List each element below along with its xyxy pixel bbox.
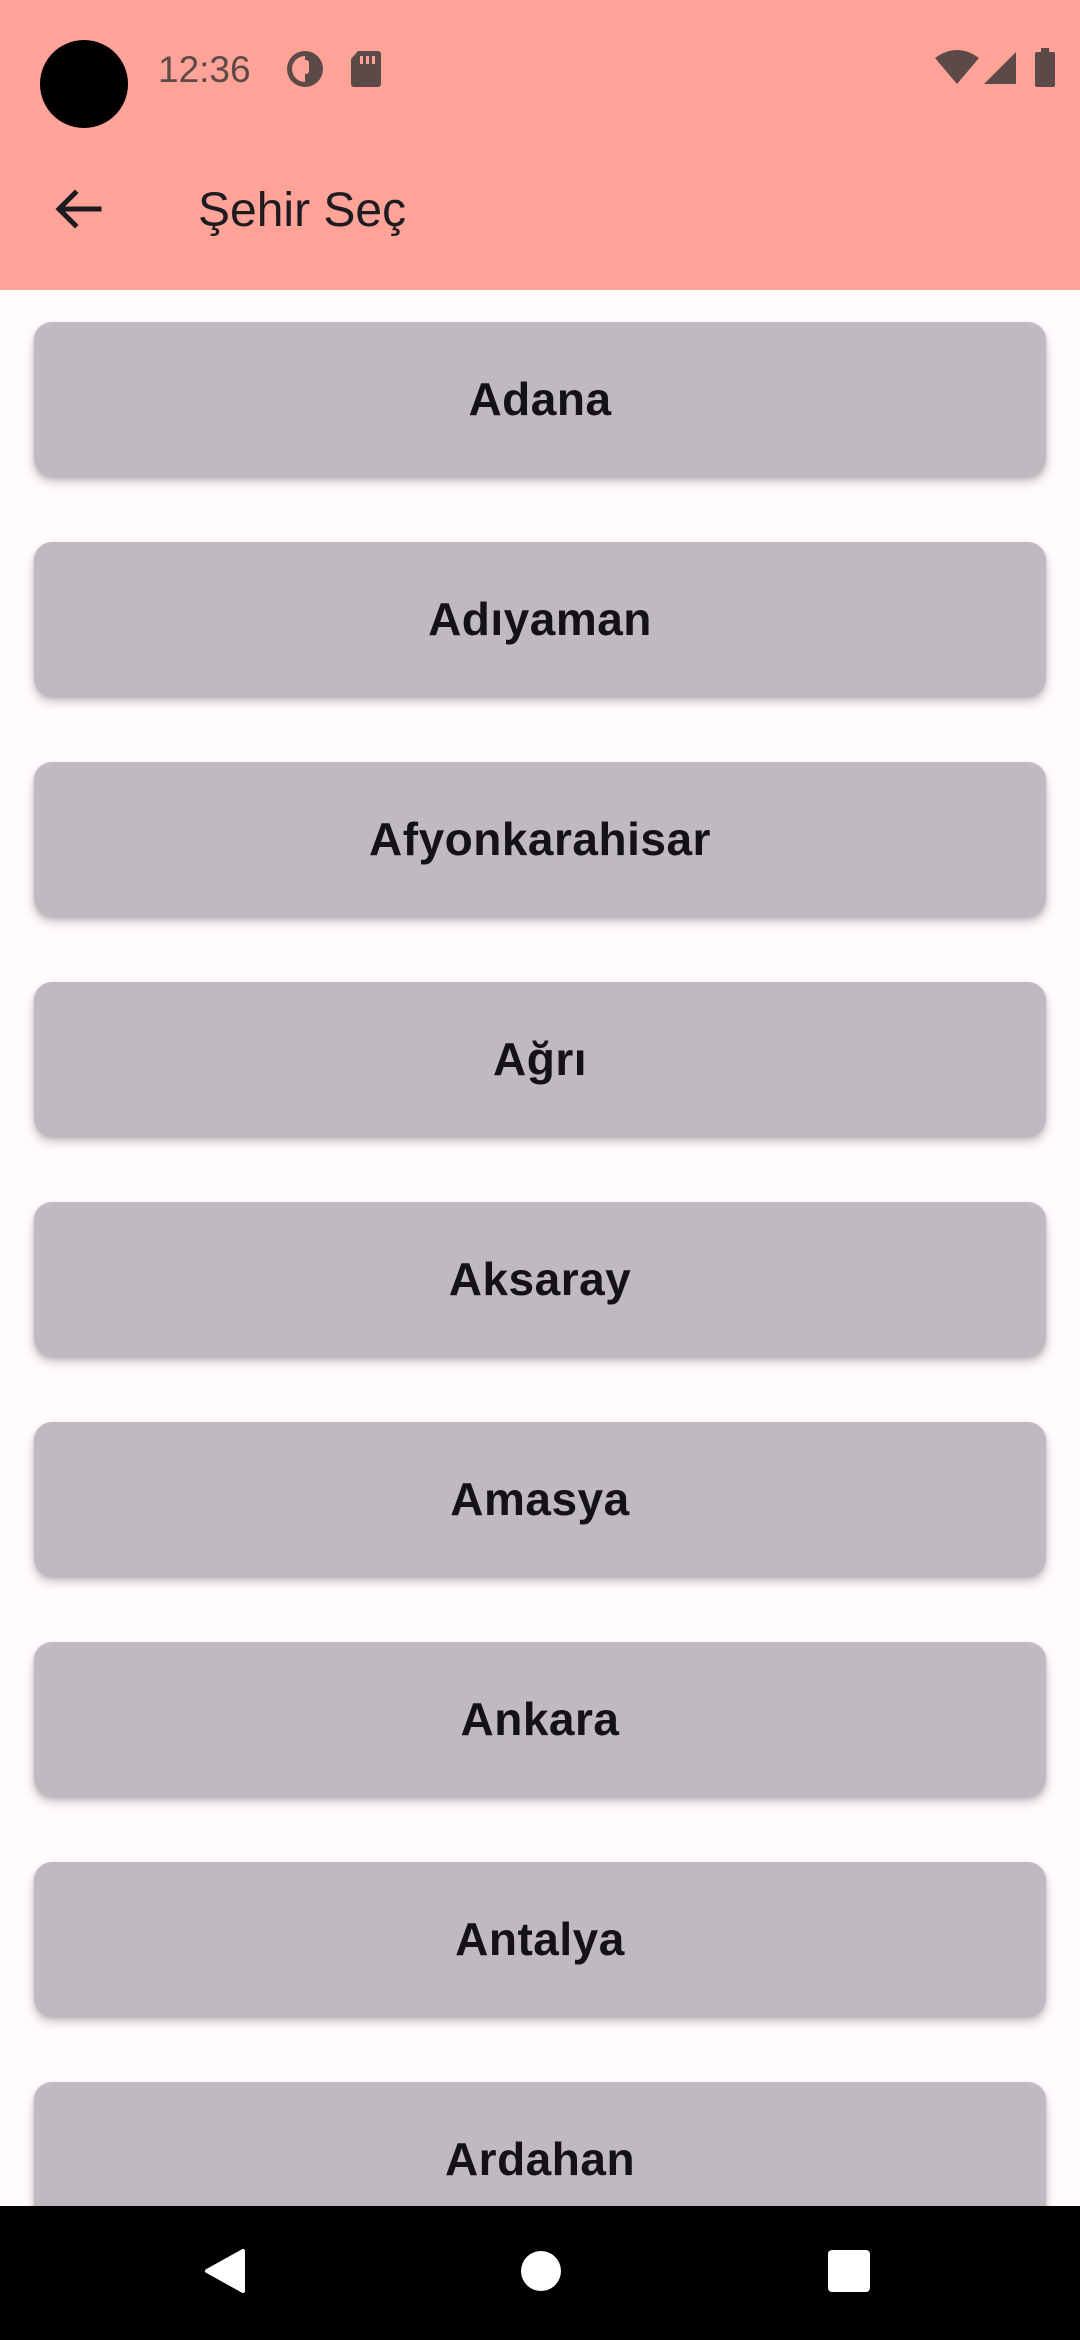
city-button-adiyaman[interactable]: Adıyaman bbox=[34, 542, 1046, 696]
wifi-icon bbox=[934, 50, 980, 91]
app-screen: 12:36 Şehir Seç Adana Adıyaman Afyonkara… bbox=[0, 0, 1080, 2340]
city-button-aksaray[interactable]: Aksaray bbox=[34, 1202, 1046, 1356]
nav-back-button[interactable] bbox=[180, 2228, 270, 2318]
city-button-ardahan[interactable]: Ardahan bbox=[34, 2082, 1046, 2206]
status-time: 12:36 bbox=[158, 49, 251, 90]
city-label: Adıyaman bbox=[428, 593, 652, 645]
battery-icon bbox=[1034, 48, 1056, 93]
city-button-antalya[interactable]: Antalya bbox=[34, 1862, 1046, 2016]
city-label: Ardahan bbox=[444, 2133, 636, 2185]
page-title: Şehir Seç bbox=[198, 184, 407, 237]
app-bar: Şehir Seç bbox=[0, 140, 1080, 290]
city-label: Amasya bbox=[450, 1473, 630, 1525]
city-label: Antalya bbox=[455, 1913, 625, 1965]
city-label: Afyonkarahisar bbox=[369, 813, 711, 865]
city-button-afyonkarahisar[interactable]: Afyonkarahisar bbox=[34, 762, 1046, 916]
status-bar: 12:36 bbox=[0, 0, 1080, 140]
city-label: Ankara bbox=[460, 1693, 620, 1745]
home-circle-icon bbox=[520, 2250, 562, 2297]
notification-app-icon bbox=[286, 50, 324, 93]
camera-cutout bbox=[40, 40, 128, 128]
cellular-signal-icon bbox=[982, 50, 1018, 91]
nav-recents-button[interactable] bbox=[804, 2228, 894, 2318]
sd-card-icon bbox=[350, 50, 382, 93]
city-label: Aksaray bbox=[448, 1253, 632, 1305]
city-label: Adana bbox=[468, 373, 612, 425]
city-label: Ağrı bbox=[493, 1033, 587, 1085]
back-button[interactable] bbox=[38, 171, 118, 251]
city-list[interactable]: Adana Adıyaman Afyonkarahisar Ağrı Aksar… bbox=[0, 290, 1080, 2206]
arrow-back-icon bbox=[53, 184, 103, 239]
recents-square-icon bbox=[828, 2249, 870, 2297]
back-triangle-icon bbox=[203, 2247, 247, 2300]
city-button-ankara[interactable]: Ankara bbox=[34, 1642, 1046, 1796]
city-button-adana[interactable]: Adana bbox=[34, 322, 1046, 476]
system-navigation-bar bbox=[0, 2206, 1080, 2340]
city-button-amasya[interactable]: Amasya bbox=[34, 1422, 1046, 1576]
nav-home-button[interactable] bbox=[496, 2228, 586, 2318]
city-button-agri[interactable]: Ağrı bbox=[34, 982, 1046, 1136]
